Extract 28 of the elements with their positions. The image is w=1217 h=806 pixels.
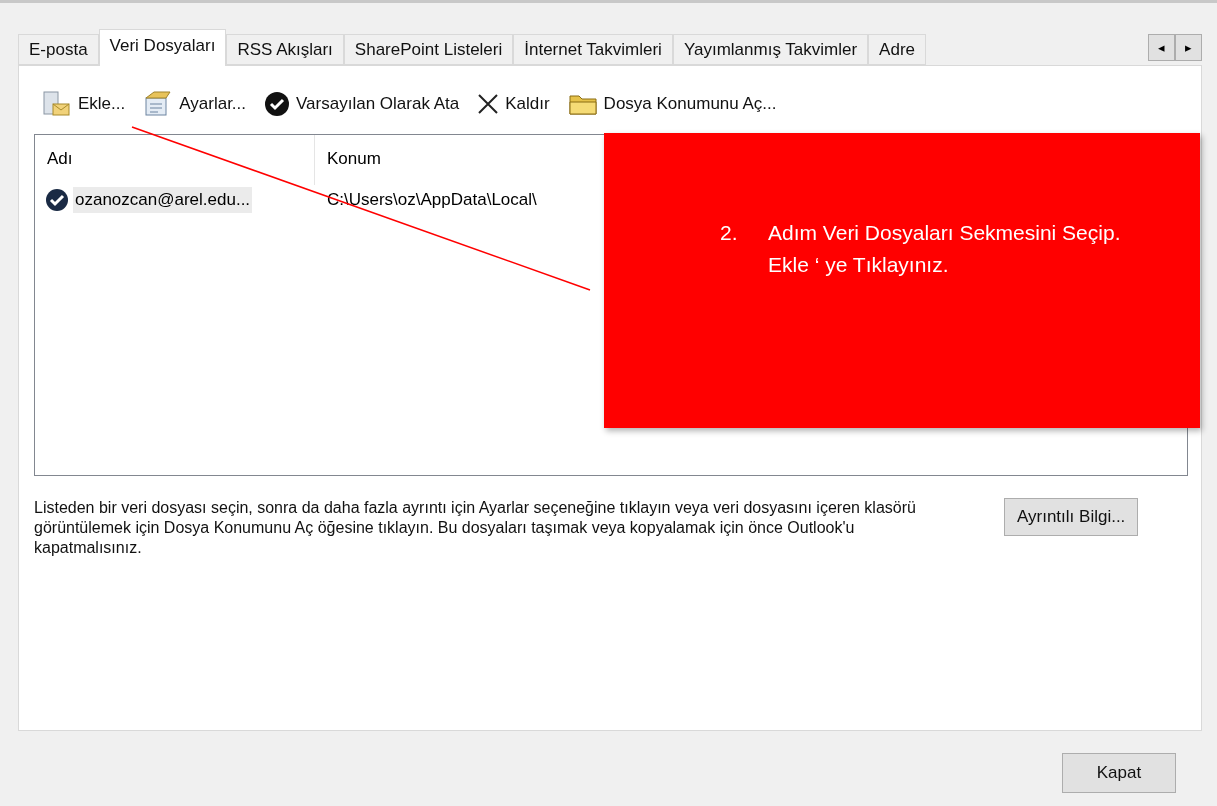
tab[interactable]: E-posta <box>18 34 99 65</box>
close-icon <box>477 93 500 115</box>
scroll-left-button[interactable]: ◂ <box>1148 34 1175 61</box>
tab[interactable]: İnternet Takvimleri <box>513 34 673 65</box>
check-circle-icon <box>264 91 291 117</box>
step-number: 2. <box>720 220 739 246</box>
callout-text: Adım Veri Dosyaları Sekmesini Seçip. <box>768 220 1122 246</box>
scroll-right-button[interactable]: ▸ <box>1175 34 1202 61</box>
tab[interactable]: Yayımlanmış Takvimler <box>672 34 869 65</box>
description-text: Listeden bir veri dosyası seçin, sonra da daha fazla ayrıntı için Ayarlar seçeneğine tıklayın veya veri dosyasını içeren klasörü görüntülemek için Dosya Konumunu Aç öğesine tıklayın. Bu dosyaları taşımak veya kopyalamak için önce Outlook'u kapatmalısınız. <box>34 498 917 558</box>
callout-text: Ekle ‘ ye Tıklayınız. <box>768 252 950 278</box>
settings-icon <box>143 90 174 118</box>
tab[interactable]: Veri Dosyaları <box>98 29 227 66</box>
column-header[interactable]: Konum <box>315 135 393 185</box>
tab[interactable]: Adre <box>868 34 927 65</box>
toolbar-button[interactable]: Dosya Konumunu Aç... <box>567 92 777 116</box>
tab[interactable]: RSS Akışları <box>226 34 344 65</box>
folder-icon <box>567 92 598 116</box>
tab[interactable]: SharePoint Listeleri <box>343 34 514 65</box>
toolbar-button[interactable]: Ayarlar... <box>143 90 247 118</box>
close-button[interactable]: Kapat <box>1062 753 1176 793</box>
toolbar-button[interactable]: Varsayılan Olarak Ata <box>264 91 460 117</box>
column-header[interactable]: Adı <box>35 135 315 185</box>
details-button[interactable]: Ayrıntılı Bilgi... <box>1004 498 1139 536</box>
toolbar-button[interactable]: Kaldır <box>477 93 550 115</box>
toolbar-button[interactable]: Ekle... <box>42 90 126 118</box>
file-mail-icon <box>42 90 72 118</box>
table-cell[interactable]: ozanozcan@arel.edu... <box>73 187 253 213</box>
